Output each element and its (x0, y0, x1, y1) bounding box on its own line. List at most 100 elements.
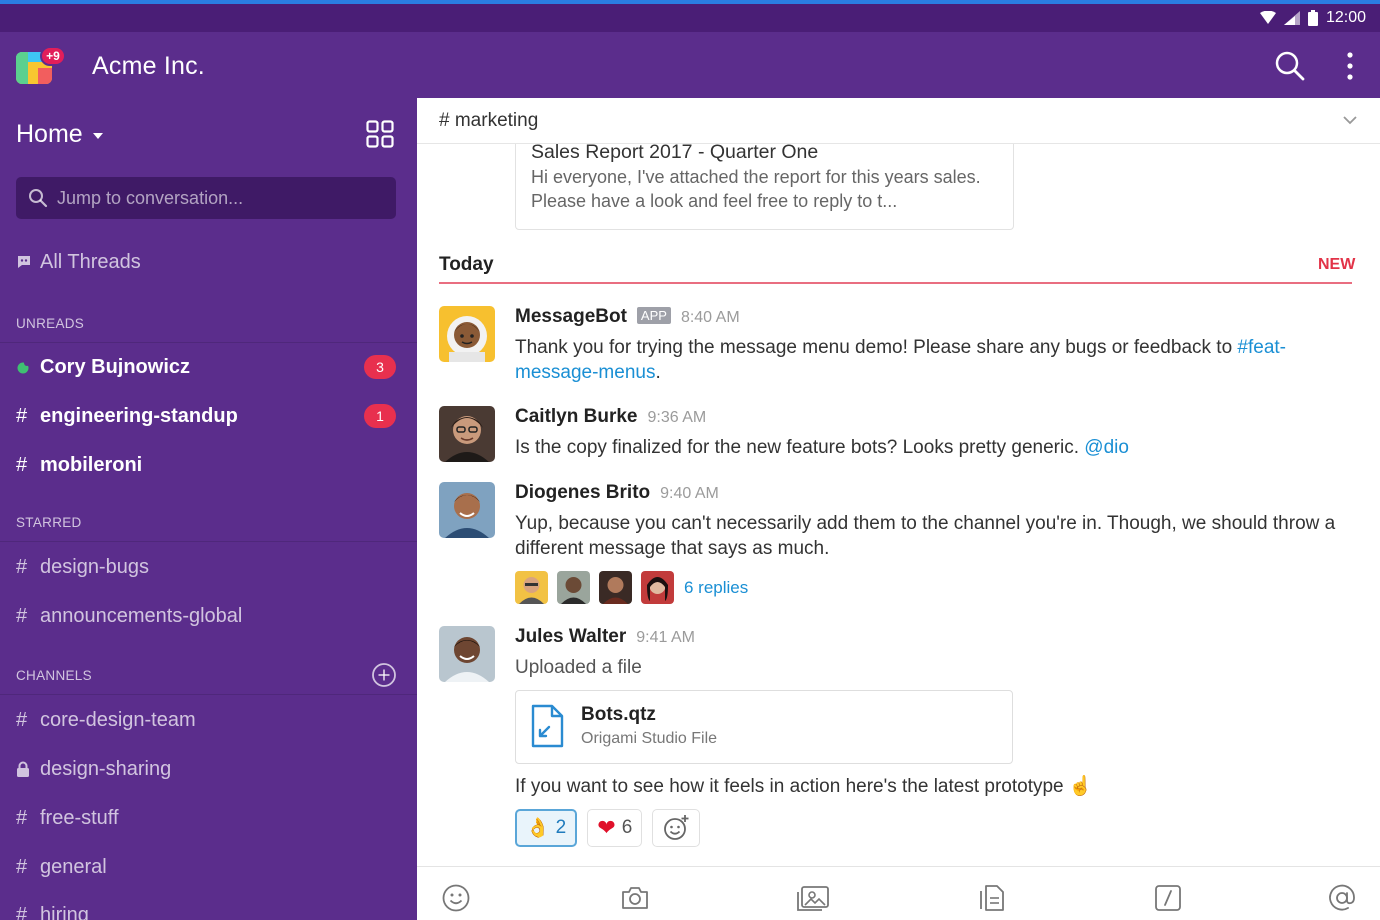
sidebar-item-general[interactable]: # general (16, 852, 107, 882)
add-channel-icon[interactable] (371, 662, 397, 688)
message-text: Thank you for trying the message menu de… (515, 335, 1361, 385)
sidebar-item-all-threads[interactable]: All Threads (16, 247, 141, 277)
jump-to-conversation[interactable] (16, 177, 396, 219)
unread-count-badge: 1 (364, 404, 396, 428)
more-vertical-icon[interactable] (1340, 50, 1360, 82)
slack-app: 12:00 +9 Acme Inc. Home Jump to conversa… (0, 0, 1380, 920)
grid-icon[interactable] (366, 120, 394, 148)
slash-command-icon[interactable] (1153, 883, 1183, 913)
hash-icon: # (16, 903, 28, 920)
gallery-icon[interactable] (794, 883, 830, 913)
new-messages-line (439, 282, 1352, 284)
camera-icon[interactable] (620, 883, 650, 913)
chevron-down-icon[interactable] (1342, 114, 1358, 126)
user-mention[interactable]: @dio (1084, 437, 1129, 458)
sidebar-item-design-bugs[interactable]: # design-bugs (16, 552, 149, 582)
message-body: Thank you for trying the message menu de… (515, 337, 1238, 358)
username[interactable]: MessageBot (515, 306, 627, 328)
search-icon[interactable] (1274, 50, 1306, 82)
username[interactable]: Caitlyn Burke (515, 406, 637, 428)
message-body: If you want to see how it feels in actio… (515, 776, 1069, 797)
wifi-icon (1259, 11, 1276, 24)
message-list: Sales Report 2017 - Quarter One Hi every… (417, 144, 1380, 866)
channel-name: # marketing (439, 109, 539, 131)
file-icon (531, 704, 564, 748)
avatar[interactable] (439, 626, 495, 682)
user-avatar-icon (439, 626, 495, 682)
reaction-count: 2 (555, 817, 567, 838)
reaction-heart[interactable]: ❤ 6 (587, 809, 643, 847)
message-body: Is the copy finalized for the new featur… (515, 437, 1085, 458)
channel-label: engineering-standup (40, 404, 238, 427)
dm-label: Cory Bujnowicz (40, 355, 191, 378)
channel-label: hiring (40, 903, 89, 920)
timestamp[interactable]: 9:36 AM (647, 409, 706, 427)
replies-link[interactable]: 6 replies (684, 578, 748, 598)
reaction-ok-hand[interactable]: 👌 2 (515, 809, 578, 847)
app-tag: APP (636, 307, 671, 324)
channel-label: free-stuff (40, 806, 119, 829)
avatar[interactable] (439, 482, 495, 538)
sidebar-item-mobileroni[interactable]: # mobileroni (16, 450, 142, 480)
pointing-up-emoji: ☝ (1068, 776, 1093, 797)
sidebar-item-hiring[interactable]: # hiring (16, 900, 89, 920)
thread-participant-avatar (641, 571, 674, 604)
hash-icon: # (16, 555, 28, 578)
message-text: Is the copy finalized for the new featur… (515, 435, 1361, 460)
clock: 12:00 (1325, 9, 1366, 26)
file-type: Origami Studio File (581, 730, 718, 747)
reaction-count: 6 (621, 817, 633, 838)
username[interactable]: Jules Walter (515, 626, 626, 648)
mention-icon[interactable] (1327, 883, 1357, 913)
file-attachment[interactable]: Bots.qtz Origami Studio File (515, 690, 1013, 764)
message-suffix: . (655, 362, 661, 383)
hash-icon: # (16, 604, 28, 627)
sidebar: Home All Threads UNREADS Cory Bujnowicz … (0, 98, 417, 920)
username[interactable]: Diogenes Brito (515, 482, 650, 504)
all-threads-label: All Threads (40, 250, 141, 273)
thread-summary[interactable]: 6 replies (515, 571, 1361, 604)
threads-icon (18, 256, 30, 268)
sidebar-item-design-sharing[interactable]: design-sharing (16, 754, 171, 784)
status-bar: 12:00 (0, 4, 1380, 32)
section-unreads: UNREADS (16, 316, 85, 331)
sidebar-item-announcements-global[interactable]: # announcements-global (16, 601, 242, 631)
sidebar-item-cory-bujnowicz[interactable]: Cory Bujnowicz (16, 352, 190, 382)
home-menu[interactable]: Home (16, 120, 103, 149)
thread-participant-avatar (557, 571, 590, 604)
channel-header[interactable]: # marketing (417, 98, 1380, 144)
hash-icon: # (16, 453, 28, 476)
home-label: Home (16, 120, 83, 148)
timestamp[interactable]: 9:41 AM (636, 629, 695, 647)
section-channels: CHANNELS (16, 668, 92, 683)
app-bar: +9 Acme Inc. (0, 32, 1380, 98)
online-status-icon (17, 360, 30, 374)
thread-participant-avatar (515, 571, 548, 604)
workspace-logo[interactable]: +9 (16, 46, 66, 86)
notification-badge: +9 (40, 46, 66, 66)
astronaut-avatar-icon (439, 306, 495, 362)
file-upload-icon[interactable] (977, 883, 1007, 913)
add-reaction-button[interactable] (652, 809, 701, 847)
lock-icon (17, 761, 29, 777)
battery-icon (1307, 10, 1318, 26)
sidebar-item-engineering-standup[interactable]: # engineering-standup (16, 401, 238, 431)
jump-input[interactable] (57, 187, 377, 209)
channel-label: design-bugs (40, 555, 149, 578)
message-text: Uploaded a file (515, 657, 642, 678)
avatar[interactable] (439, 306, 495, 362)
signal-icon (1283, 11, 1300, 25)
channel-label: core-design-team (40, 708, 196, 731)
attachment-card[interactable]: Sales Report 2017 - Quarter One Hi every… (515, 144, 1014, 230)
new-messages-label: NEW (1318, 256, 1356, 273)
timestamp[interactable]: 8:40 AM (681, 309, 740, 327)
thread-participant-avatar (599, 571, 632, 604)
avatar[interactable] (439, 406, 495, 462)
unread-count-badge: 3 (364, 355, 396, 379)
emoji-icon[interactable] (441, 883, 471, 913)
sidebar-item-core-design-team[interactable]: # core-design-team (16, 705, 196, 735)
sidebar-item-free-stuff[interactable]: # free-stuff (16, 803, 119, 833)
section-starred: STARRED (16, 515, 82, 530)
workspace-name[interactable]: Acme Inc. (92, 52, 205, 81)
timestamp[interactable]: 9:40 AM (660, 485, 719, 503)
